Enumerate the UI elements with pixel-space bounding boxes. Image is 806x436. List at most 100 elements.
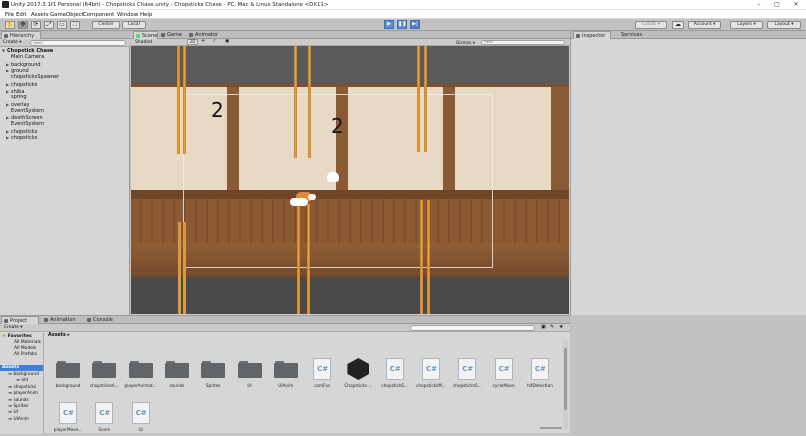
- chopstick[interactable]: [183, 222, 186, 314]
- asset-tree-item[interactable]: ▬ sounds: [8, 398, 29, 403]
- scene-root-item[interactable]: ▼ Chopstick Chase: [2, 47, 130, 54]
- cloud-icon[interactable]: ☁: [672, 21, 684, 29]
- asset-tree-item[interactable]: ▬ UIAnim: [8, 417, 29, 422]
- pivot-center-toggle[interactable]: Center: [92, 21, 120, 29]
- tab-inspector[interactable]: Inspector: [573, 31, 611, 39]
- hierarchy-search-input[interactable]: Q▾All: [30, 40, 126, 46]
- shiba-spring-sprite[interactable]: [327, 172, 339, 182]
- asset-item[interactable]: background: [51, 358, 85, 392]
- rect-tool-icon[interactable]: ▭: [57, 21, 67, 29]
- asset-tree-item[interactable]: ▬ background: [8, 372, 39, 377]
- space-local-toggle[interactable]: Local: [122, 21, 146, 29]
- chopstick[interactable]: [424, 46, 427, 152]
- project-search-input[interactable]: [410, 325, 535, 331]
- chopstick[interactable]: [417, 46, 420, 152]
- asset-item[interactable]: UI: [233, 358, 267, 392]
- asset-item[interactable]: C# Score: [87, 402, 121, 436]
- menu-gameobject[interactable]: GameObject: [50, 12, 84, 18]
- step-button[interactable]: ▶|: [410, 20, 420, 29]
- layout-dropdown[interactable]: Layout ▾: [767, 21, 801, 29]
- tab-project[interactable]: Project: [1, 316, 39, 324]
- asset-item[interactable]: C# UI: [124, 402, 158, 436]
- audio-toggle-icon[interactable]: ♪: [213, 39, 216, 44]
- mode-2d-toggle[interactable]: 2D: [187, 39, 198, 45]
- collab-dropdown[interactable]: Collab ▾: [635, 21, 667, 29]
- tab-animator[interactable]: Animator: [187, 31, 227, 39]
- menu-window[interactable]: Window: [117, 12, 138, 18]
- asset-item[interactable]: C# cycleMove: [487, 358, 521, 392]
- menu-file[interactable]: File: [5, 12, 14, 18]
- gizmos-dropdown[interactable]: Gizmos ▾: [456, 40, 475, 45]
- asset-item[interactable]: Sprites: [196, 358, 230, 392]
- asset-tree-item[interactable]: ▬ UI: [8, 410, 18, 415]
- tab-hierarchy[interactable]: Hierarchy: [1, 31, 41, 39]
- close-button[interactable]: ✕: [792, 1, 800, 9]
- asset-item[interactable]: C# camFos: [305, 358, 339, 392]
- scale-tool-icon[interactable]: ⤢: [44, 21, 54, 29]
- scene-search-input[interactable]: Q▾All: [481, 40, 565, 45]
- tab-services[interactable]: Services: [613, 31, 649, 39]
- menu-component[interactable]: Component: [83, 12, 114, 18]
- favorites-header[interactable]: ★ Favorites: [2, 334, 32, 339]
- asset-item[interactable]: C# playerMove...: [51, 402, 85, 436]
- menu-help[interactable]: Help: [140, 12, 152, 18]
- filter-label-icon[interactable]: ✎: [550, 324, 554, 330]
- effects-toggle-icon[interactable]: ▣: [225, 39, 229, 44]
- play-button[interactable]: ▶: [384, 20, 394, 29]
- asset-item[interactable]: C# chopstickS...: [378, 358, 412, 392]
- project-create-button[interactable]: Create ▾: [4, 325, 23, 330]
- favorite-item[interactable]: All Materials: [14, 340, 41, 345]
- project-scrollbar[interactable]: [563, 340, 568, 430]
- hierarchy-create-button[interactable]: Create ▾: [3, 40, 22, 45]
- transform-tool-icon[interactable]: ⛶: [70, 21, 80, 29]
- asset-tree-item[interactable]: ▬ playerAnim: [8, 391, 38, 396]
- favorite-item[interactable]: All Models: [14, 346, 36, 351]
- asset-item[interactable]: C# hitDetection: [523, 358, 557, 392]
- icon-size-slider[interactable]: [540, 427, 562, 429]
- asset-item[interactable]: C# chopsticksS...: [450, 358, 484, 392]
- asset-item[interactable]: Chopsticks ...: [341, 358, 375, 392]
- scene-viewport[interactable]: 2 2: [131, 46, 569, 314]
- assets-root-item[interactable]: Assets: [0, 365, 43, 371]
- chopstick[interactable]: [294, 46, 297, 158]
- shiba-player-sprite[interactable]: [288, 188, 320, 210]
- asset-tree-item[interactable]: ▬ old: [16, 378, 28, 383]
- chopstick[interactable]: [427, 200, 430, 314]
- pause-button[interactable]: ❚❚: [397, 20, 407, 29]
- lighting-toggle-icon[interactable]: ☀: [201, 39, 205, 44]
- filter-type-icon[interactable]: ▣: [541, 324, 546, 330]
- project-breadcrumb[interactable]: Assets ▸: [48, 333, 70, 338]
- menu-edit[interactable]: Edit: [16, 12, 26, 18]
- hierarchy-item[interactable]: ▶ chopsticks: [6, 134, 134, 141]
- minimize-button[interactable]: –: [755, 1, 763, 9]
- maximize-button[interactable]: □: [773, 1, 781, 9]
- account-dropdown[interactable]: Account ▾: [688, 21, 721, 29]
- asset-item[interactable]: chopsticksA...: [87, 358, 121, 392]
- hand-tool-icon[interactable]: ✋: [5, 21, 15, 29]
- chopstick[interactable]: [297, 204, 300, 314]
- chopstick[interactable]: [307, 204, 310, 314]
- menu-assets[interactable]: Assets: [31, 12, 49, 18]
- tab-game[interactable]: Game: [159, 31, 184, 39]
- tab-console[interactable]: Console: [85, 316, 121, 324]
- favorite-item[interactable]: All Prefabs: [14, 352, 37, 357]
- chopstick[interactable]: [183, 46, 186, 154]
- asset-tree-item[interactable]: ▬ chopsticks: [8, 385, 36, 390]
- chopstick[interactable]: [178, 222, 181, 314]
- asset-item[interactable]: C# chopsticksM...: [414, 358, 448, 392]
- asset-item[interactable]: UIAnim: [269, 358, 303, 392]
- asset-tree-item[interactable]: ▬ Sprites: [8, 404, 28, 409]
- rotate-tool-icon[interactable]: ⟳: [31, 21, 41, 29]
- tab-animation[interactable]: Animation: [42, 316, 82, 324]
- asset-item[interactable]: sounds: [160, 358, 194, 392]
- chopstick[interactable]: [420, 200, 423, 314]
- asset-item[interactable]: playerAnimat...: [124, 358, 158, 392]
- move-tool-icon[interactable]: ✥: [18, 21, 28, 29]
- favorite-star-icon[interactable]: ★: [559, 324, 563, 330]
- layers-dropdown[interactable]: Layers ▾: [730, 21, 763, 29]
- chopstick[interactable]: [308, 46, 311, 158]
- shading-mode-dropdown[interactable]: Shaded: [135, 40, 152, 45]
- tab-scene[interactable]: Scene: [133, 31, 158, 39]
- scrollbar-thumb[interactable]: [564, 348, 567, 410]
- chopstick[interactable]: [177, 46, 180, 154]
